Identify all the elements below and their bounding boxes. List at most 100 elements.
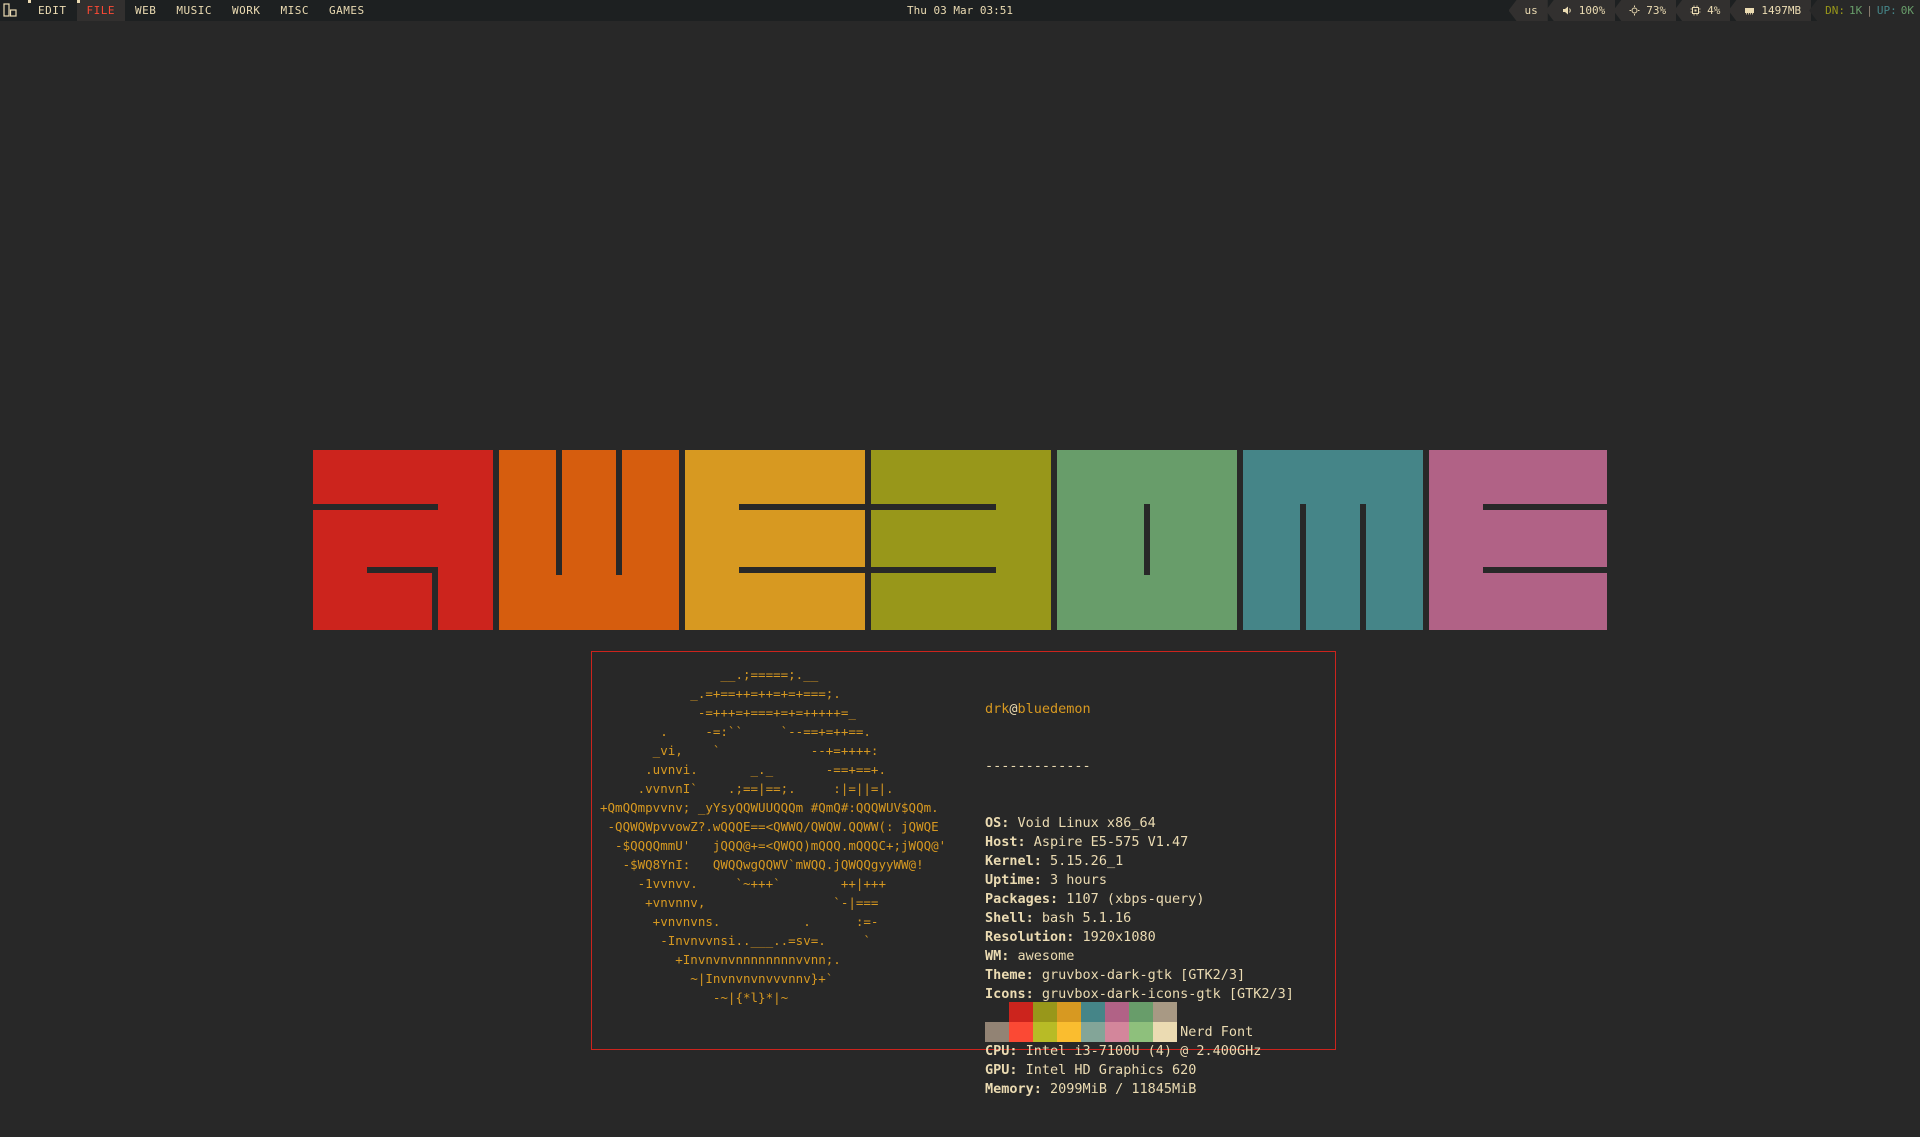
info-colon: : xyxy=(1066,929,1082,945)
info-row-packages: Packages: 1107 (xbps-query) xyxy=(985,890,1294,909)
memory-value: 1497MB xyxy=(1761,0,1801,21)
info-colon: : xyxy=(1009,1062,1025,1078)
logo-letter-block xyxy=(871,450,1051,630)
top-wibar: EDITFILEWEBMUSICWORKMISCGAMES Thu 03 Mar… xyxy=(0,0,1920,21)
ascii-line: -Invnvvnsi..___..=sv=. ` xyxy=(600,931,946,950)
tag-games[interactable]: GAMES xyxy=(319,0,375,21)
cpu-widget[interactable]: 4% xyxy=(1674,0,1730,21)
keyboard-layout-widget[interactable]: us xyxy=(1509,0,1548,21)
ascii-line: -=+++=+===+=+=+++++=_ xyxy=(600,703,946,722)
ascii-line: -$WQ8YnI: QWQQwgQQWV`mWQQ.jQWQQgyyWW@! xyxy=(600,855,946,874)
info-key: GPU xyxy=(985,1062,1009,1078)
tag-web[interactable]: WEB xyxy=(125,0,166,21)
palette-swatch xyxy=(985,1002,1009,1022)
upload-label: UP: xyxy=(1877,0,1897,21)
awesome-logo xyxy=(313,450,1607,630)
tag-label: WEB xyxy=(135,4,156,17)
ascii-line: .vvnvnI` .;==|==;. :|=||=|. xyxy=(600,779,946,798)
palette-swatch xyxy=(1081,1002,1105,1022)
info-value: Void Linux x86_64 xyxy=(1018,815,1156,831)
ascii-line: ~|Invnvnvnvvvnnv}+` xyxy=(600,969,946,988)
info-value: 1107 (xbps-query) xyxy=(1066,891,1204,907)
volume-value: 100% xyxy=(1579,0,1606,21)
palette-swatch xyxy=(1153,1022,1177,1042)
ascii-line: __.;=====;.__ xyxy=(600,665,946,684)
info-value: Intel i3-7100U (4) @ 2.400GHz xyxy=(1026,1043,1262,1059)
tag-music[interactable]: MUSIC xyxy=(166,0,222,21)
info-row-memory: Memory: 2099MiB / 11845MiB xyxy=(985,1080,1294,1099)
ascii-line: .uvnvi. _._ -==+==+. xyxy=(600,760,946,779)
tag-occupied-indicator xyxy=(77,0,80,3)
network-widget[interactable]: DN: 1K | UP: 0K xyxy=(1809,0,1920,21)
memory-icon xyxy=(1744,5,1755,16)
tag-file[interactable]: FILE xyxy=(77,0,126,21)
info-row-uptime: Uptime: 3 hours xyxy=(985,871,1294,890)
info-colon: : xyxy=(1034,853,1050,869)
info-colon: : xyxy=(1050,891,1066,907)
info-colon: : xyxy=(1009,1043,1025,1059)
ascii-line: _.=+==++=++=+=+===;. xyxy=(600,684,946,703)
info-value: 5.15.26_1 xyxy=(1050,853,1123,869)
tag-misc[interactable]: MISC xyxy=(271,0,320,21)
info-row-host: Host: Aspire E5-575 V1.47 xyxy=(985,833,1294,852)
void-linux-ascii-art: __.;=====;.__ _.=+==++=++=+=+===;. -=+++… xyxy=(600,665,946,1007)
brightness-value: 73% xyxy=(1646,0,1666,21)
logo-letter-block xyxy=(685,450,865,630)
user-host-line: drk@bluedemon xyxy=(985,700,1294,719)
ascii-line: +vnvnvns. . :=- xyxy=(600,912,946,931)
tag-label: FILE xyxy=(87,4,116,17)
brightness-widget[interactable]: 73% xyxy=(1613,0,1676,21)
info-row-wm: WM: awesome xyxy=(985,947,1294,966)
info-colon: : xyxy=(1034,872,1050,888)
info-colon: : xyxy=(1026,986,1042,1002)
tag-label: MISC xyxy=(281,4,310,17)
info-value: 3 hours xyxy=(1050,872,1107,888)
palette-swatch xyxy=(1033,1022,1057,1042)
info-colon: : xyxy=(1034,1081,1050,1097)
username: drk xyxy=(985,701,1009,717)
info-value: gruvbox-dark-icons-gtk [GTK2/3] xyxy=(1042,986,1294,1002)
palette-swatch xyxy=(1105,1002,1129,1022)
tag-edit[interactable]: EDIT xyxy=(28,0,77,21)
tag-occupied-indicator xyxy=(28,0,31,3)
keyboard-layout-value: us xyxy=(1525,0,1538,21)
info-key: Resolution xyxy=(985,929,1066,945)
info-key: Icons xyxy=(985,986,1026,1002)
cpu-value: 4% xyxy=(1707,0,1720,21)
info-key: Host xyxy=(985,834,1018,850)
ascii-line: . -=:`` `--==+=++==. xyxy=(600,722,946,741)
tag-work[interactable]: WORK xyxy=(222,0,271,21)
hostname: bluedemon xyxy=(1018,701,1091,717)
info-row-kernel: Kernel: 5.15.26_1 xyxy=(985,852,1294,871)
info-value: Intel HD Graphics 620 xyxy=(1026,1062,1197,1078)
palette-swatch xyxy=(1153,1002,1177,1022)
brightness-icon xyxy=(1629,5,1640,16)
network-separator: | xyxy=(1866,0,1873,21)
system-info: drk@bluedemon ------------- OS: Void Lin… xyxy=(985,662,1294,1137)
info-key: WM xyxy=(985,948,1001,964)
palette-swatch xyxy=(1129,1002,1153,1022)
ascii-line: +vnvnnv, `-|=== xyxy=(600,893,946,912)
info-key: Theme xyxy=(985,967,1026,983)
ascii-line: +Invnvnvnnnnnnnnvvnn;. xyxy=(600,950,946,969)
info-colon: : xyxy=(1026,910,1042,926)
memory-widget[interactable]: 1497MB xyxy=(1728,0,1811,21)
info-row-os: OS: Void Linux x86_64 xyxy=(985,814,1294,833)
info-key: OS xyxy=(985,815,1001,831)
ascii-line: -$QQQQmmU' jQQQ@+=<QWQQ)mQQQ.mQQQC+;jWQQ… xyxy=(600,836,946,855)
speaker-icon xyxy=(1562,5,1573,16)
info-colon: : xyxy=(1026,967,1042,983)
ascii-line: -QQWQWpvvowZ?.wQQQE==<QWWQ/QWQW.QQWW(: j… xyxy=(600,817,946,836)
info-row-theme: Theme: gruvbox-dark-gtk [GTK2/3] xyxy=(985,966,1294,985)
neofetch-output: __.;=====;.__ _.=+==++=++=+=+===;. -=+++… xyxy=(591,651,1336,1050)
logo-letter-block xyxy=(1429,450,1607,630)
layout-icon[interactable] xyxy=(3,3,17,17)
status-widgets: us 100% 73% 4% xyxy=(1511,0,1920,21)
logo-letter-block xyxy=(499,450,679,630)
tag-label: GAMES xyxy=(329,4,365,17)
volume-widget[interactable]: 100% xyxy=(1546,0,1616,21)
palette-swatch xyxy=(1057,1002,1081,1022)
info-colon: : xyxy=(1001,815,1017,831)
ascii-line: -1vvnvv. `~+++` ++|+++ xyxy=(600,874,946,893)
ascii-line: _vi, ` --+=++++: xyxy=(600,741,946,760)
